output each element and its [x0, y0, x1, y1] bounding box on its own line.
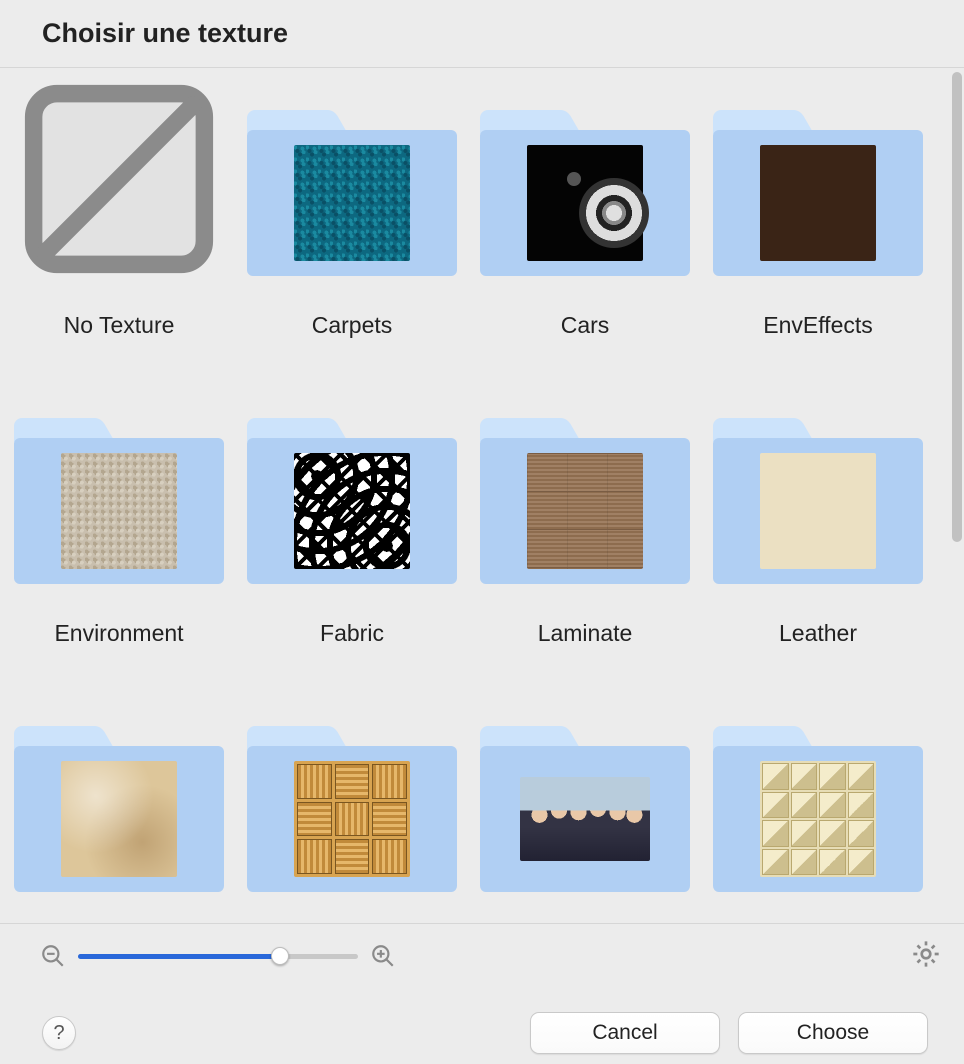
item-label: No Texture — [64, 312, 175, 388]
texture-folder-fabric[interactable]: Fabric — [247, 388, 457, 696]
fabric-swatch — [294, 453, 410, 569]
gear-icon[interactable] — [910, 938, 942, 975]
texture-folder-carpets[interactable]: Carpets — [247, 80, 457, 388]
zoom-in-icon[interactable] — [370, 943, 396, 969]
enveffects-swatch — [760, 145, 876, 261]
texture-browser: No Texture Carpets Cars EnvEffects Envir… — [0, 67, 964, 924]
item-label: Cars — [561, 312, 610, 388]
item-label: Carpets — [312, 312, 393, 388]
item-label: Environment — [54, 620, 183, 696]
no-texture-icon — [22, 82, 216, 276]
leather-swatch — [760, 453, 876, 569]
item-label: EnvEffects — [763, 312, 873, 388]
scrollbar[interactable] — [952, 72, 962, 924]
choose-button[interactable]: Choose — [738, 1012, 928, 1054]
texture-item-no-texture[interactable]: No Texture — [14, 80, 224, 388]
laminate-swatch — [527, 453, 643, 569]
cancel-button[interactable]: Cancel — [530, 1012, 720, 1054]
cars-swatch — [527, 145, 643, 261]
texture-folder-enveffects[interactable]: EnvEffects — [713, 80, 923, 388]
stone-swatch — [760, 761, 876, 877]
texture-folder-leather[interactable]: Leather — [713, 388, 923, 696]
texture-folder-environment[interactable]: Environment — [14, 388, 224, 696]
item-label: Leather — [779, 620, 857, 696]
marble-swatch — [61, 761, 177, 877]
thumbnail-size-slider[interactable] — [78, 946, 358, 966]
dialog-title: Choisir une texture — [0, 0, 964, 67]
environment-swatch — [61, 453, 177, 569]
texture-folder-cars[interactable]: Cars — [480, 80, 690, 388]
texture-folder-marble[interactable] — [14, 696, 224, 900]
people-swatch — [520, 777, 650, 861]
zoom-out-icon[interactable] — [40, 943, 66, 969]
texture-folder-laminate[interactable]: Laminate — [480, 388, 690, 696]
zoom-toolbar — [0, 924, 964, 980]
texture-folder-stone[interactable] — [713, 696, 923, 900]
parquet-swatch — [294, 761, 410, 877]
item-label: Fabric — [320, 620, 384, 696]
carpet-swatch — [294, 145, 410, 261]
item-label: Laminate — [538, 620, 633, 696]
help-button[interactable]: ? — [42, 1016, 76, 1050]
texture-folder-people[interactable] — [480, 696, 690, 900]
texture-folder-parquet[interactable] — [247, 696, 457, 900]
